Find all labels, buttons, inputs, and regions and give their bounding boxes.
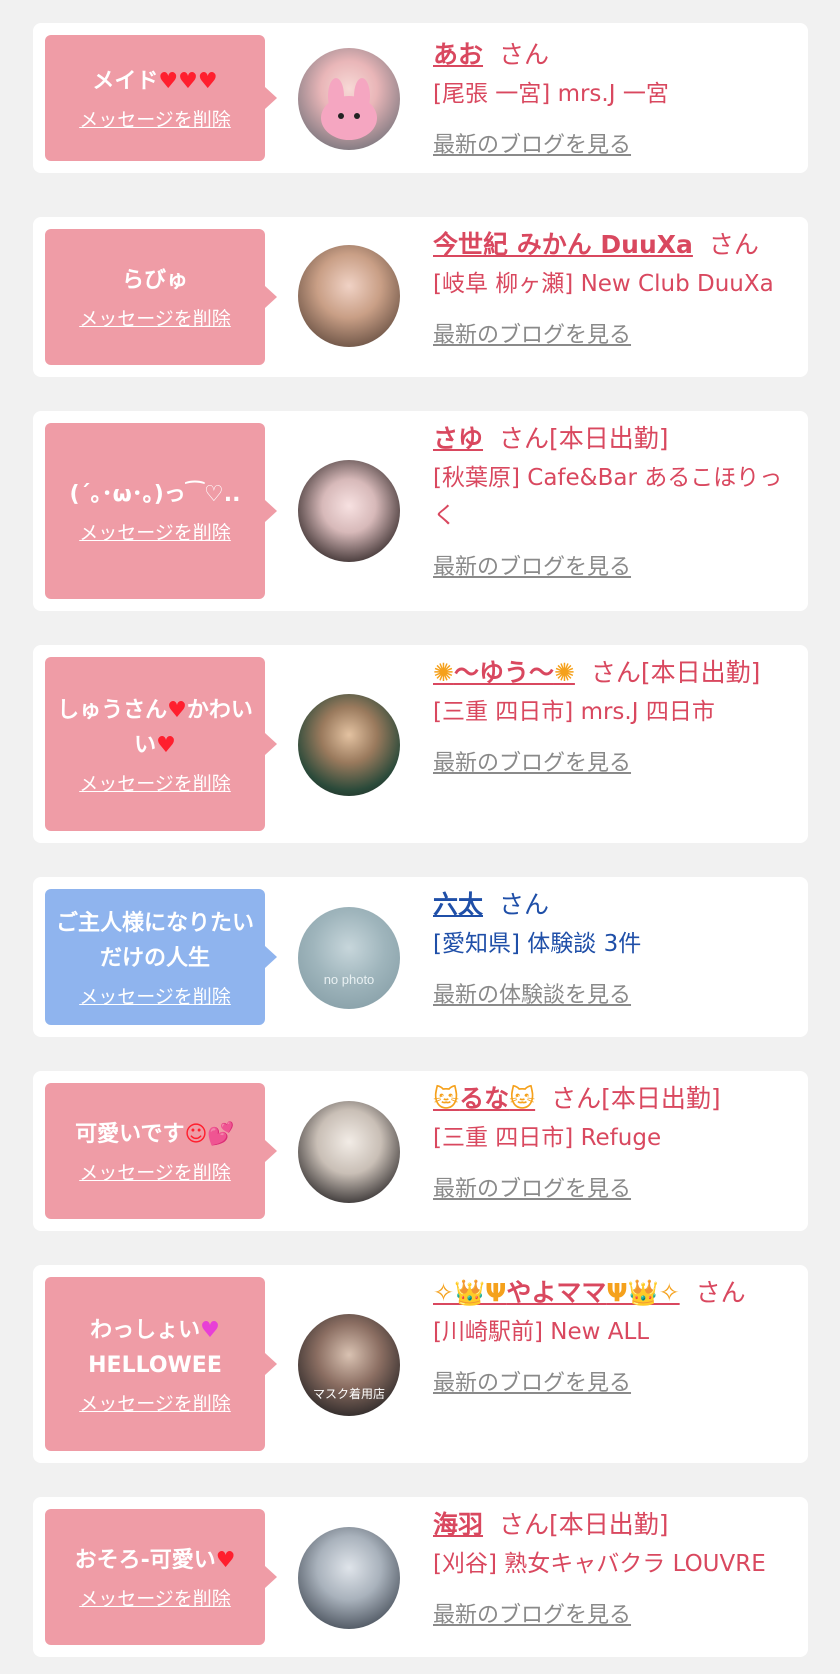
- latest-blog-link[interactable]: 最新のブログを見る: [433, 127, 803, 159]
- name-line: 海羽 さん[本日出勤]: [433, 1505, 803, 1545]
- avatar[interactable]: [298, 245, 400, 347]
- message-text: らびゅ: [121, 268, 188, 293]
- message-text: メイド♥♥♥: [92, 69, 218, 94]
- message-info: 海羽 さん[本日出勤] [刈谷] 熟女キャバクラ LOUVRE 最新のブログを見る: [433, 1505, 803, 1629]
- delete-message-link[interactable]: メッセージを削除: [79, 982, 231, 1009]
- message-text: (´｡･ω･｡)っ⁀♡..: [69, 482, 241, 507]
- cat-icon: 🐱: [509, 1084, 536, 1113]
- message-info: ✺〜ゆう〜✺ さん[本日出勤] [三重 四日市] mrs.J 四日市 最新のブログ…: [433, 653, 803, 777]
- member-name-link[interactable]: 海羽: [433, 1510, 483, 1539]
- honorific: さん: [695, 1278, 746, 1307]
- message-list: メイド♥♥♥ メッセージを削除 あお さん [尾張 一宮] mrs.J 一宮 最新…: [0, 0, 840, 1674]
- message-card: ご主人様になりたいだけの人生 メッセージを削除 no photo 六太 さん [愛…: [33, 877, 808, 1037]
- store-text: [三重 四日市] mrs.J 四日市: [433, 699, 715, 725]
- name-line: あお さん: [433, 35, 803, 75]
- store-text: [秋葉原] Cafe&Bar あるこほりっく: [433, 465, 783, 529]
- message-card: しゅうさん♥かわいい♥ メッセージを削除 ✺〜ゆう〜✺ さん[本日出勤] [三重 …: [33, 645, 808, 843]
- message-info: 今世紀 みかん DuuXa さん [岐阜 柳ヶ瀬] New Club DuuXa …: [433, 225, 803, 349]
- store-text: [刈谷] 熟女キャバクラ LOUVRE: [433, 1551, 766, 1577]
- delete-message-link[interactable]: メッセージを削除: [79, 769, 231, 796]
- message-info: さゆ さん[本日出勤] [秋葉原] Cafe&Bar あるこほりっく 最新のブログ…: [433, 419, 803, 581]
- message-text: 可愛いです☺💕: [75, 1122, 235, 1147]
- message-text: しゅうさん♥かわいい♥: [57, 697, 253, 758]
- latest-blog-link[interactable]: 最新のブログを見る: [433, 1365, 803, 1397]
- flower-icon: ✺: [433, 658, 454, 687]
- avatar[interactable]: [298, 460, 400, 562]
- message-bubble: メイド♥♥♥ メッセージを削除: [45, 35, 277, 161]
- avatar-image: [321, 78, 377, 140]
- store-text: [川崎駅前] New ALL: [433, 1319, 650, 1345]
- honorific: さん: [499, 40, 550, 69]
- member-name-link[interactable]: 六太: [433, 890, 483, 919]
- honorific: さん: [499, 890, 550, 919]
- store-text: [尾張 一宮] mrs.J 一宮: [433, 81, 669, 107]
- message-info: 🐱るな🐱 さん[本日出勤] [三重 四日市] Refuge 最新のブログを見る: [433, 1079, 803, 1203]
- crown-icon: ✧👑Ψ: [433, 1278, 507, 1307]
- latest-review-link[interactable]: 最新の体験談を見る: [433, 977, 803, 1009]
- avatar[interactable]: [298, 1101, 400, 1203]
- store-text: [岐阜 柳ヶ瀬] New Club DuuXa: [433, 271, 774, 297]
- message-bubble: おそろ-可愛い♥ メッセージを削除: [45, 1509, 277, 1645]
- message-text: おそろ-可愛い♥: [74, 1548, 236, 1573]
- message-info: ✧👑ΨやよママΨ👑✧ さん [川崎駅前] New ALL 最新のブログを見る: [433, 1273, 803, 1397]
- message-card: (´｡･ω･｡)っ⁀♡.. メッセージを削除 さゆ さん[本日出勤] [秋葉原] …: [33, 411, 808, 611]
- mask-store-label: マスク着用店: [312, 1387, 385, 1401]
- member-name-link[interactable]: ✧👑ΨやよママΨ👑✧: [433, 1278, 680, 1307]
- member-name-link[interactable]: 今世紀 みかん DuuXa: [433, 230, 693, 259]
- avatar[interactable]: no photo: [298, 907, 400, 1009]
- latest-blog-link[interactable]: 最新のブログを見る: [433, 549, 803, 581]
- message-card: おそろ-可愛い♥ メッセージを削除 海羽 さん[本日出勤] [刈谷] 熟女キャバク…: [33, 1497, 808, 1657]
- honorific: さん[本日出勤]: [499, 1510, 669, 1539]
- cat-icon: 🐱: [433, 1084, 460, 1113]
- store-text: [愛知県] 体験談 3件: [433, 931, 642, 957]
- member-name-link[interactable]: ✺〜ゆう〜✺: [433, 658, 575, 687]
- latest-blog-link[interactable]: 最新のブログを見る: [433, 317, 803, 349]
- crown-icon: Ψ👑✧: [606, 1278, 680, 1307]
- message-card: メイド♥♥♥ メッセージを削除 あお さん [尾張 一宮] mrs.J 一宮 最新…: [33, 23, 808, 173]
- no-photo-label: no photo: [323, 972, 375, 987]
- delete-message-link[interactable]: メッセージを削除: [79, 1158, 231, 1185]
- message-info: あお さん [尾張 一宮] mrs.J 一宮 最新のブログを見る: [433, 35, 803, 159]
- avatar[interactable]: [298, 48, 400, 150]
- member-name-link[interactable]: あお: [433, 40, 483, 69]
- avatar[interactable]: マスク着用店: [298, 1314, 400, 1416]
- name-line: 六太 さん: [433, 885, 803, 925]
- delete-message-link[interactable]: メッセージを削除: [79, 1584, 231, 1611]
- message-text: わっしょい♥ HELLOWEE: [88, 1317, 222, 1378]
- latest-blog-link[interactable]: 最新のブログを見る: [433, 1597, 803, 1629]
- member-name-link[interactable]: さゆ: [433, 424, 483, 453]
- delete-message-link[interactable]: メッセージを削除: [79, 1389, 231, 1416]
- member-name-link[interactable]: 🐱るな🐱: [433, 1084, 535, 1113]
- honorific: さん[本日出勤]: [499, 424, 669, 453]
- message-bubble: 可愛いです☺💕 メッセージを削除: [45, 1083, 277, 1219]
- message-text: ご主人様になりたいだけの人生: [55, 910, 254, 971]
- honorific: さん: [708, 230, 759, 259]
- latest-blog-link[interactable]: 最新のブログを見る: [433, 1171, 803, 1203]
- honorific: さん[本日出勤]: [590, 658, 761, 687]
- message-bubble: (´｡･ω･｡)っ⁀♡.. メッセージを削除: [45, 423, 277, 599]
- message-card: らびゅ メッセージを削除 今世紀 みかん DuuXa さん [岐阜 柳ヶ瀬] Ne…: [33, 217, 808, 377]
- delete-message-link[interactable]: メッセージを削除: [79, 105, 231, 132]
- message-card: 可愛いです☺💕 メッセージを削除 🐱るな🐱 さん[本日出勤] [三重 四日市] R…: [33, 1071, 808, 1231]
- message-bubble: わっしょい♥ HELLOWEE メッセージを削除: [45, 1277, 277, 1451]
- delete-message-link[interactable]: メッセージを削除: [79, 304, 231, 331]
- name-line: さゆ さん[本日出勤]: [433, 419, 803, 459]
- avatar[interactable]: [298, 1527, 400, 1629]
- message-bubble: ご主人様になりたいだけの人生 メッセージを削除: [45, 889, 277, 1025]
- name-line: ✧👑ΨやよママΨ👑✧ さん: [433, 1273, 803, 1313]
- delete-message-link[interactable]: メッセージを削除: [79, 518, 231, 545]
- avatar[interactable]: [298, 694, 400, 796]
- name-line: ✺〜ゆう〜✺ さん[本日出勤]: [433, 653, 803, 693]
- honorific: さん[本日出勤]: [551, 1084, 721, 1113]
- name-line: 今世紀 みかん DuuXa さん: [433, 225, 803, 265]
- message-bubble: しゅうさん♥かわいい♥ メッセージを削除: [45, 657, 277, 831]
- flower-icon: ✺: [553, 658, 575, 687]
- latest-blog-link[interactable]: 最新のブログを見る: [433, 745, 803, 777]
- name-line: 🐱るな🐱 さん[本日出勤]: [433, 1079, 803, 1119]
- message-bubble: らびゅ メッセージを削除: [45, 229, 277, 365]
- message-card: わっしょい♥ HELLOWEE メッセージを削除 マスク着用店 ✧👑ΨやよママΨ👑…: [33, 1265, 808, 1463]
- store-text: [三重 四日市] Refuge: [433, 1125, 662, 1151]
- message-info: 六太 さん [愛知県] 体験談 3件 最新の体験談を見る: [433, 885, 803, 1009]
